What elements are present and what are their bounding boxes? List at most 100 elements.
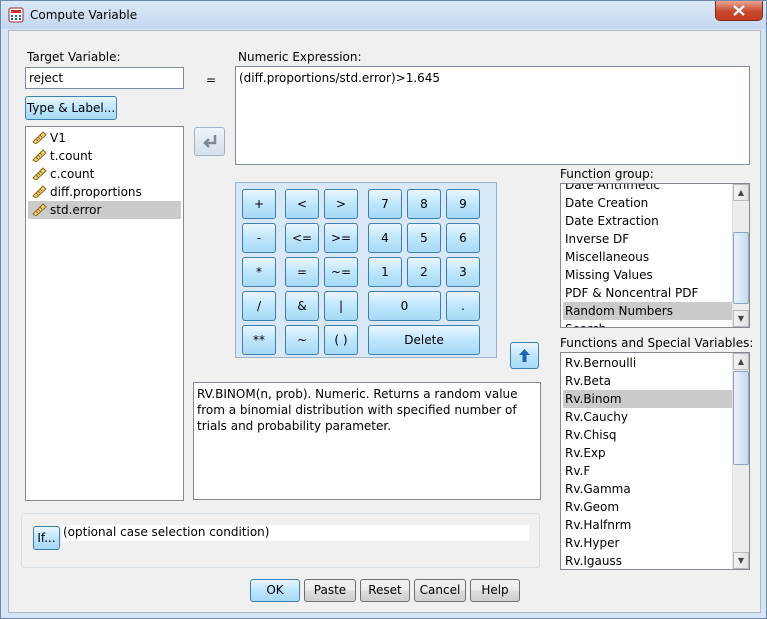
function-item[interactable]: Rv.Halfnrm [563,516,733,534]
function-item[interactable]: Rv.F [563,462,733,480]
function-group-item-selected[interactable]: Random Numbers [563,302,733,320]
variable-item-v1[interactable]: V1 [28,129,181,147]
function-group-item[interactable]: Date Arithmetic [563,184,733,194]
case-selection-group: If... (optional case selection condition… [21,513,540,568]
title-bar: Compute Variable [1,1,766,29]
key-4[interactable]: 4 [368,223,402,253]
scroll-down-button[interactable]: ▼ [733,310,749,327]
scroll-down-button[interactable]: ▼ [733,552,749,569]
cancel-button[interactable]: Cancel [414,579,466,602]
functions-scrollbar[interactable]: ▲ ▼ [732,353,749,569]
arrow-up-icon [519,349,530,362]
variable-item-t-count[interactable]: t.count [28,147,181,165]
key-9[interactable]: 9 [446,189,480,219]
function-group-item[interactable]: Missing Values [563,266,733,284]
function-group-item[interactable]: Date Extraction [563,212,733,230]
functions-label: Functions and Special Variables: [560,336,754,350]
key-1[interactable]: 1 [368,257,402,287]
key-plus[interactable]: + [242,189,276,219]
key-not-equal[interactable]: ~= [324,257,358,287]
function-group-list[interactable]: Date Arithmetic Date Creation Date Extra… [560,183,750,328]
arrow-left-icon [203,135,217,148]
variable-list[interactable]: V1 t.count c.count diff.proportions std.… [25,126,184,501]
numeric-expression-label: Numeric Expression: [238,50,362,64]
function-group-item[interactable]: Miscellaneous [563,248,733,266]
key-8[interactable]: 8 [407,189,441,219]
key-7[interactable]: 7 [368,189,402,219]
scroll-up-button[interactable]: ▲ [733,184,749,201]
function-item[interactable]: Rv.Geom [563,498,733,516]
variable-label: std.error [50,203,102,217]
key-less-than[interactable]: < [285,189,319,219]
function-item[interactable]: Rv.Igauss [563,552,733,569]
key-multiply[interactable]: * [242,257,276,287]
scroll-thumb[interactable] [733,371,749,465]
key-divide[interactable]: / [242,291,276,321]
key-delete[interactable]: Delete [368,325,480,355]
variable-label: diff.proportions [50,185,142,199]
equals-sign: = [206,73,217,87]
numeric-expression-value: (diff.proportions/std.error)>1.645 [239,71,441,85]
key-greater-than[interactable]: > [324,189,358,219]
key-not[interactable]: ~ [285,325,319,355]
ruler-icon [32,167,47,180]
dialog-body: Target Variable: reject = Type & Label..… [8,30,761,613]
close-button[interactable] [715,1,763,21]
paste-button[interactable]: Paste [304,579,356,602]
function-group-item[interactable]: PDF & Noncentral PDF [563,284,733,302]
ruler-icon [32,185,47,198]
key-power[interactable]: ** [242,325,276,355]
variable-item-diff-proportions[interactable]: diff.proportions [28,183,181,201]
target-variable-field[interactable]: reject [25,67,184,89]
type-label-button[interactable]: Type & Label... [25,96,117,120]
key-6[interactable]: 6 [446,223,480,253]
function-item[interactable]: Rv.Exp [563,444,733,462]
key-equals[interactable]: = [285,257,319,287]
key-3[interactable]: 3 [446,257,480,287]
help-button[interactable]: Help [470,579,520,602]
key-decimal[interactable]: . [446,291,480,321]
function-item[interactable]: Rv.Hyper [563,534,733,552]
compute-variable-dialog: Compute Variable Target Variable: reject… [0,0,767,619]
function-item[interactable]: Rv.Beta [563,372,733,390]
key-or[interactable]: | [324,291,358,321]
window-title: Compute Variable [30,8,138,22]
variable-item-std-error[interactable]: std.error [28,201,181,219]
function-group-label: Function group: [560,167,654,181]
function-item[interactable]: Rv.Chisq [563,426,733,444]
numeric-expression-field[interactable]: (diff.proportions/std.error)>1.645 [235,66,750,165]
if-button[interactable]: If... [33,526,60,550]
function-group-scrollbar[interactable]: ▲ ▼ [732,184,749,327]
calculator-keypad: + < > 7 8 9 - <= >= 4 5 6 * = ~= 1 2 3 /… [235,182,497,358]
ruler-icon [32,149,47,162]
function-item-selected[interactable]: Rv.Binom [563,390,733,408]
add-function-button[interactable] [510,342,539,369]
key-less-equal[interactable]: <= [285,223,319,253]
function-item[interactable]: Rv.Gamma [563,480,733,498]
transfer-button[interactable] [194,127,225,156]
ok-button[interactable]: OK [250,579,300,602]
reset-button[interactable]: Reset [360,579,410,602]
calculator-icon [8,7,24,23]
description-text: RV.BINOM(n, prob). Numeric. Returns a ra… [197,387,518,433]
key-0[interactable]: 0 [368,291,441,321]
variable-label: c.count [50,167,95,181]
function-item[interactable]: Rv.Cauchy [563,408,733,426]
variable-label: t.count [50,149,93,163]
function-group-item[interactable]: Inverse DF [563,230,733,248]
key-parentheses[interactable]: ( ) [324,325,358,355]
key-2[interactable]: 2 [407,257,441,287]
function-item[interactable]: Rv.Bernoulli [563,354,733,372]
functions-list[interactable]: Rv.Bernoulli Rv.Beta Rv.Binom Rv.Cauchy … [560,352,750,570]
scroll-up-button[interactable]: ▲ [733,353,749,370]
key-greater-equal[interactable]: >= [324,223,358,253]
function-group-item[interactable]: Date Creation [563,194,733,212]
scroll-thumb[interactable] [733,232,749,304]
key-and[interactable]: & [285,291,319,321]
variable-item-c-count[interactable]: c.count [28,165,181,183]
close-icon [733,5,745,16]
target-variable-value: reject [29,71,64,85]
key-minus[interactable]: - [242,223,276,253]
key-5[interactable]: 5 [407,223,441,253]
function-group-item[interactable]: Search [563,320,733,327]
